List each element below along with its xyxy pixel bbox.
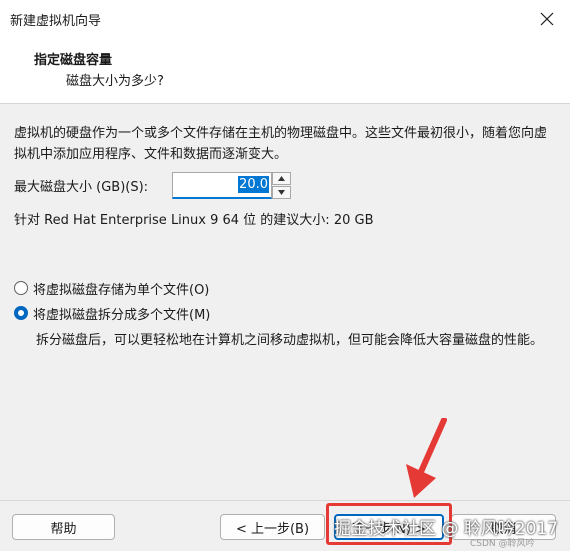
- disk-size-value: 20.0: [238, 176, 269, 193]
- radio-split-files-indicator[interactable]: [14, 306, 28, 320]
- disk-size-input[interactable]: 20.0: [172, 172, 272, 199]
- footer-divider: [0, 500, 570, 501]
- help-button[interactable]: 帮助: [12, 514, 115, 540]
- recommended-size-text: 针对 Red Hat Enterprise Linux 9 64 位 的建议大小…: [14, 213, 374, 228]
- watermark-small-text: CSDN @聆风吟: [470, 539, 535, 549]
- disk-size-stepper[interactable]: [272, 172, 291, 199]
- caret-down-icon: [278, 190, 285, 195]
- page-subtitle: 磁盘大小为多少?: [66, 74, 164, 89]
- spin-up-button[interactable]: [272, 172, 291, 185]
- caret-up-icon: [278, 176, 285, 181]
- close-button[interactable]: [524, 0, 570, 38]
- back-button[interactable]: < 上一步(B): [220, 514, 325, 540]
- description-text: 虚拟机的硬盘作为一个或多个文件存储在主机的物理磁盘中。这些文件最初很小，随着您向…: [14, 126, 548, 162]
- disk-size-row: 最大磁盘大小 (GB)(S): 20.0: [14, 172, 314, 200]
- radio-single-file[interactable]: 将虚拟磁盘存储为单个文件(O): [14, 278, 209, 298]
- split-note-text: 拆分磁盘后，可以更轻松地在计算机之间移动虚拟机，但可能会降低大容量磁盘的性能。: [36, 333, 544, 348]
- title-bar: 新建虚拟机向导: [0, 0, 570, 38]
- radio-split-files-label: 将虚拟磁盘拆分成多个文件(M): [33, 307, 211, 323]
- page-title: 指定磁盘容量: [34, 53, 113, 68]
- annotation-arrow-icon: [406, 418, 447, 498]
- disk-size-label: 最大磁盘大小 (GB)(S):: [14, 180, 149, 195]
- radio-split-files[interactable]: 将虚拟磁盘拆分成多个文件(M): [14, 303, 210, 323]
- radio-single-file-label: 将虚拟磁盘存储为单个文件(O): [33, 282, 210, 298]
- window-title: 新建虚拟机向导: [10, 14, 102, 29]
- spin-down-button[interactable]: [272, 186, 291, 199]
- radio-single-file-indicator[interactable]: [14, 281, 28, 295]
- close-icon: [540, 12, 554, 26]
- wizard-header: 指定磁盘容量 磁盘大小为多少?: [0, 38, 570, 104]
